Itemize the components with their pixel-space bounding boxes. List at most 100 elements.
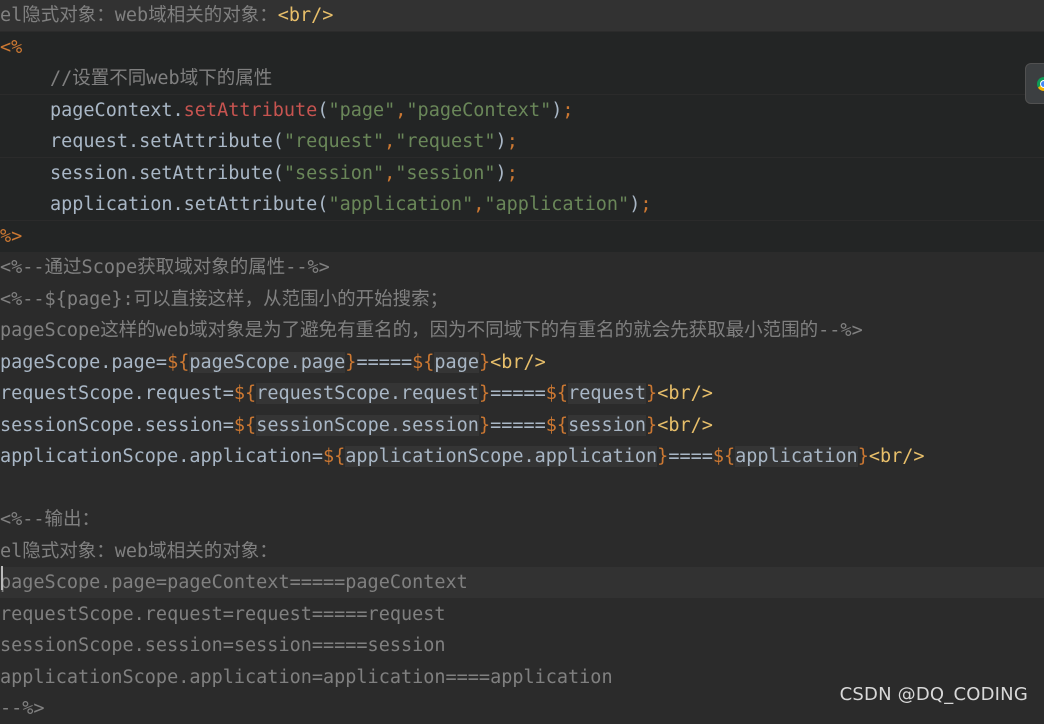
code-line[interactable]: application.setAttribute("application","… <box>0 189 1044 220</box>
code-token-default: ) <box>495 131 507 152</box>
code-token-string: "pageContext" <box>406 99 552 121</box>
code-token-default: applicationScope.application= <box>0 446 324 467</box>
code-token-method: setAttribute <box>183 99 318 121</box>
code-token-comment: pageScope这样的web域对象是为了避免有重名的，因为不同域下的有重名的就… <box>0 320 863 341</box>
code-token-default: session.setAttribute( <box>50 162 284 184</box>
code-token-el-brace: } <box>478 351 491 373</box>
code-token-tag: <br/> <box>868 446 925 467</box>
code-line[interactable]: <%--输出： <box>0 504 1044 535</box>
code-token-comment: <%--${page}:可以直接这样，从范围小的开始搜索； <box>0 288 449 310</box>
code-token-default: ===== <box>490 414 546 436</box>
code-token-comment: el隐式对象：web域相关的对象： <box>0 5 278 26</box>
code-token-tag: <br/> <box>490 351 546 373</box>
code-token-comment: sessionScope.session=session=====session <box>0 635 446 656</box>
code-token-string: "session" <box>283 162 385 184</box>
code-token-el-brace: } <box>646 383 658 404</box>
code-line[interactable]: <% <box>0 31 1044 63</box>
code-token-el-brace: } <box>478 383 491 404</box>
code-token-comment: <%--输出： <box>0 509 101 530</box>
code-token-comment: el隐式对象：web域相关的对象： <box>0 540 278 562</box>
code-token-el: application <box>735 446 858 467</box>
code-token-default: ) <box>495 162 507 184</box>
code-token-el-brace: } <box>345 351 357 373</box>
code-token-comment: <%--通过Scope获取域对象的属性--%> <box>0 257 330 278</box>
code-token-el: applicationScope.application <box>345 446 658 467</box>
code-token-default: requestScope.request= <box>0 383 234 404</box>
code-token-string: "page" <box>328 99 396 121</box>
code-line[interactable]: requestScope.request=request=====request <box>0 599 1044 630</box>
code-token-jsp: , <box>384 131 396 152</box>
code-token-tag: <br/> <box>277 5 334 26</box>
code-editor[interactable]: el隐式对象：web域相关的对象：<br/> <%//设置不同web域下的属性 pa… <box>0 0 1044 719</box>
code-token-default: application.setAttribute( <box>50 194 329 215</box>
code-token-string: "session" <box>395 162 496 184</box>
code-token-tag: <br/> <box>657 414 713 436</box>
code-token-default: request.setAttribute( <box>50 131 284 152</box>
code-line[interactable]: pageScope.page=pageContext=====pageConte… <box>0 567 1044 598</box>
code-line[interactable]: el隐式对象：web域相关的对象：<br/> <box>0 0 1044 31</box>
code-line[interactable]: <%--${page}:可以直接这样，从范围小的开始搜索； <box>0 284 1044 315</box>
code-token-el-brace: ${ <box>167 351 190 373</box>
code-token-el-brace: ${ <box>412 351 435 373</box>
code-token-el-brace: } <box>478 414 491 436</box>
code-token-el-brace: ${ <box>233 414 257 436</box>
code-line[interactable]: <%--通过Scope获取域对象的属性--%> <box>0 252 1044 283</box>
code-token-el-brace: } <box>657 446 669 467</box>
code-token-el: pageScope.page <box>189 351 346 373</box>
code-token-default: ( <box>317 99 329 121</box>
code-token-el: session <box>568 414 647 436</box>
code-line[interactable]: session.setAttribute("session","session"… <box>0 157 1044 189</box>
code-token-comment: --%> <box>0 698 45 719</box>
code-token-el-brace: } <box>646 414 658 436</box>
code-token-el-brace: ${ <box>712 446 736 467</box>
code-token-el-brace: ${ <box>545 414 569 436</box>
code-line[interactable]: sessionScope.session=${sessionScope.sess… <box>0 410 1044 441</box>
code-line[interactable]: request.setAttribute("request","request"… <box>0 126 1044 157</box>
code-token-el: requestScope.request <box>256 383 479 404</box>
code-token-jsp: ; <box>506 162 518 184</box>
code-token-default: pageScope.page= <box>0 351 168 373</box>
code-line[interactable]: pageContext.setAttribute("page","pageCon… <box>0 94 1044 126</box>
code-token-string: "request" <box>395 131 496 152</box>
code-token-default: ) <box>551 99 563 121</box>
code-token-el-brace: ${ <box>323 446 346 467</box>
code-line[interactable]: %> <box>0 220 1044 252</box>
code-token-comment: //设置不同web域下的属性 <box>50 68 273 89</box>
code-line[interactable] <box>0 473 1044 504</box>
open-in-browser-button[interactable] <box>1025 63 1044 104</box>
code-token-el: sessionScope.session <box>256 414 479 436</box>
code-line[interactable]: applicationScope.application=${applicati… <box>0 441 1044 472</box>
code-token-el: request <box>568 383 647 404</box>
code-line[interactable]: //设置不同web域下的属性 <box>0 63 1044 94</box>
browser-icon <box>1037 77 1044 91</box>
code-line[interactable]: el隐式对象：web域相关的对象： <box>0 536 1044 567</box>
code-token-jsp: %> <box>0 225 23 247</box>
code-line[interactable]: pageScope这样的web域对象是为了避免有重名的，因为不同域下的有重名的就… <box>0 315 1044 346</box>
code-token-default: ===== <box>356 351 413 373</box>
code-token-string: "application" <box>484 194 630 215</box>
code-token-default: ==== <box>668 446 713 467</box>
code-token-el: page <box>434 351 479 373</box>
code-token-jsp: ; <box>506 131 518 152</box>
code-token-jsp: ; <box>562 99 574 121</box>
code-token-default: ===== <box>490 383 546 404</box>
code-token-jsp: , <box>384 162 396 184</box>
code-token-string: "request" <box>283 131 385 152</box>
code-token-jsp: <% <box>0 36 23 58</box>
code-line[interactable]: sessionScope.session=session=====session <box>0 630 1044 661</box>
code-token-comment: applicationScope.application=application… <box>0 666 613 688</box>
code-token-tag: <br/> <box>657 383 713 404</box>
code-line[interactable]: pageScope.page=${pageScope.page}=====${p… <box>0 347 1044 378</box>
text-caret <box>1 566 3 590</box>
code-token-default: sessionScope.session= <box>0 414 234 436</box>
code-token-jsp: , <box>473 194 485 215</box>
code-token-el-brace: } <box>857 446 869 467</box>
code-token-string: "application" <box>328 194 474 215</box>
code-token-default: pageContext. <box>50 99 184 121</box>
code-token-default: ) <box>629 194 641 215</box>
code-token-comment: requestScope.request=request=====request <box>0 603 446 625</box>
code-token-el-brace: ${ <box>545 383 569 404</box>
code-token-jsp: ; <box>640 194 652 215</box>
code-line[interactable]: requestScope.request= ${ requestScope.requ… <box>0 378 1044 409</box>
code-token-comment: pageScope.page=pageContext=====pageConte… <box>0 572 468 593</box>
